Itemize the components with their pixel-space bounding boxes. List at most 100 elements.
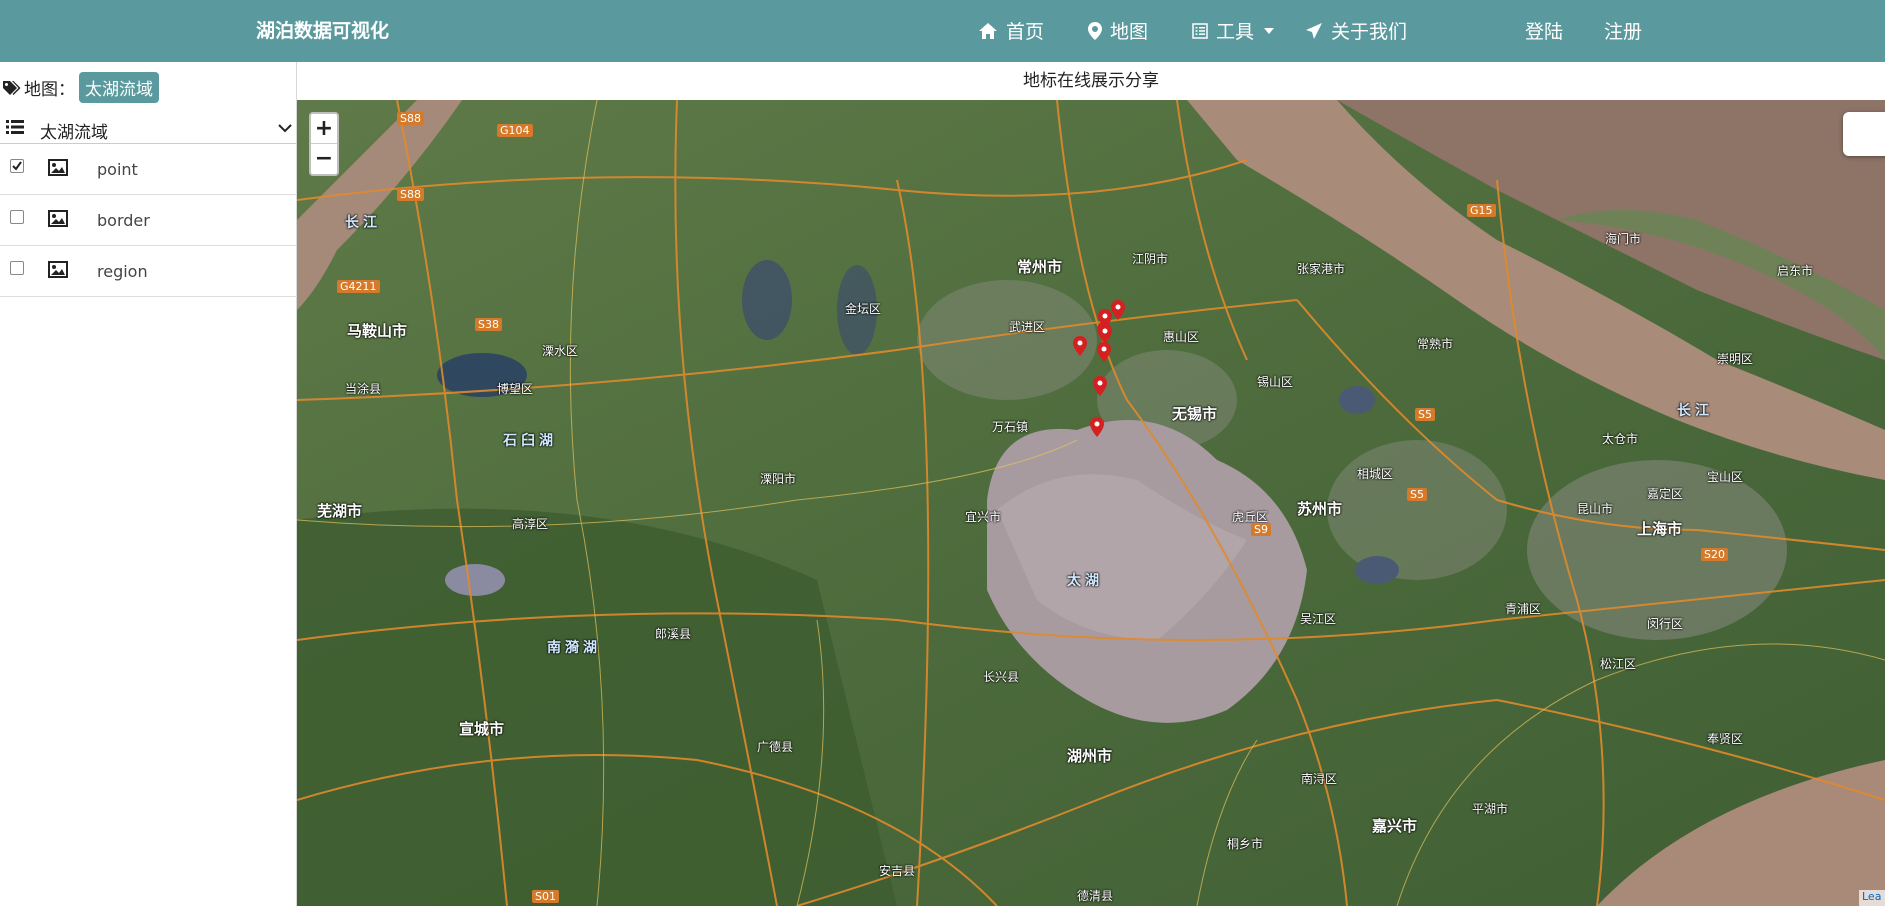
layer-group-header[interactable]: 太湖流域: [0, 114, 297, 144]
map-label-pinghu: 平湖市: [1472, 802, 1509, 816]
map-label-jiading: 嘉定区: [1647, 487, 1684, 501]
map-label-yixing: 宜兴市: [965, 510, 1002, 524]
list-alt-icon: [1192, 22, 1208, 39]
map-label-haimen: 海门市: [1605, 232, 1642, 246]
zoom-control: + −: [309, 112, 339, 176]
map-marker-icon[interactable]: [1090, 417, 1104, 437]
map-label-tongxiang: 桐乡市: [1227, 837, 1264, 851]
map-label-xishan: 锡山区: [1257, 375, 1294, 389]
map-label-deqing: 德清县: [1077, 889, 1114, 903]
layer-row-border[interactable]: border: [0, 195, 297, 246]
map-label-changzhou: 常州市: [1017, 258, 1063, 276]
login-link[interactable]: 登陆: [1525, 17, 1563, 44]
layer-group-label: 太湖流域: [40, 123, 108, 143]
map-label-anji: 安吉县: [879, 864, 916, 878]
map-label-suzhou: 苏州市: [1297, 500, 1343, 518]
layer-name-region: region: [97, 262, 148, 281]
nav-about-label: 关于我们: [1331, 21, 1408, 43]
layer-checkbox-point[interactable]: [10, 159, 24, 173]
layer-sidebar: 地图： 太湖流域 太湖流域 point border region: [0, 62, 297, 906]
map-label-wanshi: 万石镇: [992, 420, 1029, 434]
image-icon: [48, 261, 68, 278]
map-label-bowang: 博望区: [497, 382, 534, 396]
chevron-down-icon[interactable]: [278, 124, 292, 133]
map-marker-icon[interactable]: [1098, 324, 1112, 344]
zoom-in-button[interactable]: +: [311, 114, 337, 144]
road-badge-s88: S88: [397, 112, 424, 125]
map-label-huishan: 惠山区: [1163, 330, 1200, 344]
map-marker-icon[interactable]: [1111, 300, 1125, 320]
road-badge-s88-2: S88: [397, 188, 424, 201]
road-badge-g104: G104: [497, 124, 533, 137]
map-label-jiaxing: 嘉兴市: [1372, 817, 1418, 835]
map-label-shijiuhu: 石臼湖: [503, 433, 557, 449]
map-label-minhang: 闵行区: [1647, 617, 1684, 631]
map-label-songjiang: 松江区: [1600, 657, 1637, 671]
map-label-kunshan: 昆山市: [1577, 502, 1614, 516]
current-map-badge: 太湖流域: [79, 72, 159, 103]
layer-name-border: border: [97, 211, 150, 230]
map-label-changxing: 长兴县: [983, 670, 1020, 684]
brand-title[interactable]: 湖泊数据可视化: [256, 16, 389, 43]
nav-tools-dropdown[interactable]: 工具: [1192, 17, 1275, 44]
layer-switcher-button[interactable]: [1843, 112, 1885, 156]
road-badge-s38: S38: [475, 318, 502, 331]
map-label-chongming: 崇明区: [1717, 352, 1754, 366]
layer-name-point: point: [97, 160, 138, 179]
map-label-taihu: 太湖: [1067, 573, 1103, 589]
attribution-link[interactable]: Lea: [1859, 890, 1885, 906]
map-label-shanghai: 上海市: [1637, 520, 1683, 538]
map-label-huzhou: 湖州市: [1067, 747, 1113, 765]
road-badge-s9: S9: [1251, 523, 1271, 536]
nav-home[interactable]: 首页: [978, 17, 1044, 44]
nav-map[interactable]: 地图: [1088, 17, 1148, 44]
send-icon: [1306, 22, 1322, 39]
map-label-fengxian: 奉贤区: [1707, 732, 1744, 746]
map-marker-icon: [1088, 21, 1102, 40]
map-marker-icon[interactable]: [1093, 376, 1107, 396]
map-label-jiangyin: 江阴市: [1132, 252, 1169, 266]
map-label-qidong: 启东市: [1777, 264, 1814, 278]
map-label-lishui: 溧水区: [542, 344, 579, 358]
road-badge-s5-2: S5: [1407, 488, 1427, 501]
map-marker-icon[interactable]: [1073, 336, 1087, 356]
layer-row-region[interactable]: region: [0, 246, 297, 297]
map-label-wuxi: 无锡市: [1172, 405, 1218, 423]
map-label-qingpu: 青浦区: [1505, 602, 1542, 616]
road-badge-g4211: G4211: [337, 280, 380, 293]
map-panel: 地标在线展示分享 常州市 无锡市 苏州市 上海市 湖州市 嘉兴市 宣城市 芜湖市…: [297, 62, 1885, 906]
layer-checkbox-region[interactable]: [10, 261, 24, 275]
map-label-guangde: 广德县: [757, 740, 794, 754]
tags-icon: [3, 80, 21, 95]
map-label-jintan: 金坛区: [845, 302, 882, 316]
caret-down-icon: [1264, 27, 1275, 34]
map-label-taicang: 太仓市: [1602, 432, 1639, 446]
map-prefix-label: 地图：: [24, 80, 75, 100]
road-badge-s20: S20: [1701, 548, 1728, 561]
map-marker-icon[interactable]: [1097, 342, 1111, 362]
list-icon: [6, 120, 24, 134]
map-label-wuhu: 芜湖市: [317, 502, 363, 520]
layer-row-point[interactable]: point: [0, 144, 297, 195]
map-label-changjiang-2: 长江: [1677, 403, 1713, 419]
map-label-changjiang-1: 长江: [345, 215, 381, 231]
map-title: 地标在线展示分享: [297, 62, 1885, 100]
map-label-baoshan: 宝山区: [1707, 470, 1744, 484]
map-label-dangtu: 当涂县: [345, 382, 382, 396]
map-label-wujin: 武进区: [1009, 320, 1046, 334]
image-icon: [48, 159, 68, 176]
map-canvas[interactable]: 常州市 无锡市 苏州市 上海市 湖州市 嘉兴市 宣城市 芜湖市 马鞍山市 太湖 …: [297, 100, 1885, 906]
home-icon: [979, 22, 997, 39]
register-link[interactable]: 注册: [1604, 17, 1642, 44]
current-map-row: 地图： 太湖流域: [2, 72, 159, 103]
nav-tools-label: 工具: [1216, 21, 1255, 43]
zoom-out-button[interactable]: −: [311, 144, 337, 174]
nav-home-label: 首页: [1006, 21, 1045, 43]
map-label-nanxun: 南浔区: [1301, 772, 1338, 786]
map-label-xuancheng: 宣城市: [459, 720, 505, 738]
map-label-zhangjiagang: 张家港市: [1297, 262, 1346, 276]
layer-checkbox-border[interactable]: [10, 210, 24, 224]
checkmark-icon: [12, 161, 22, 171]
nav-about[interactable]: 关于我们: [1305, 17, 1407, 44]
map-label-langxi: 郎溪县: [655, 627, 692, 641]
